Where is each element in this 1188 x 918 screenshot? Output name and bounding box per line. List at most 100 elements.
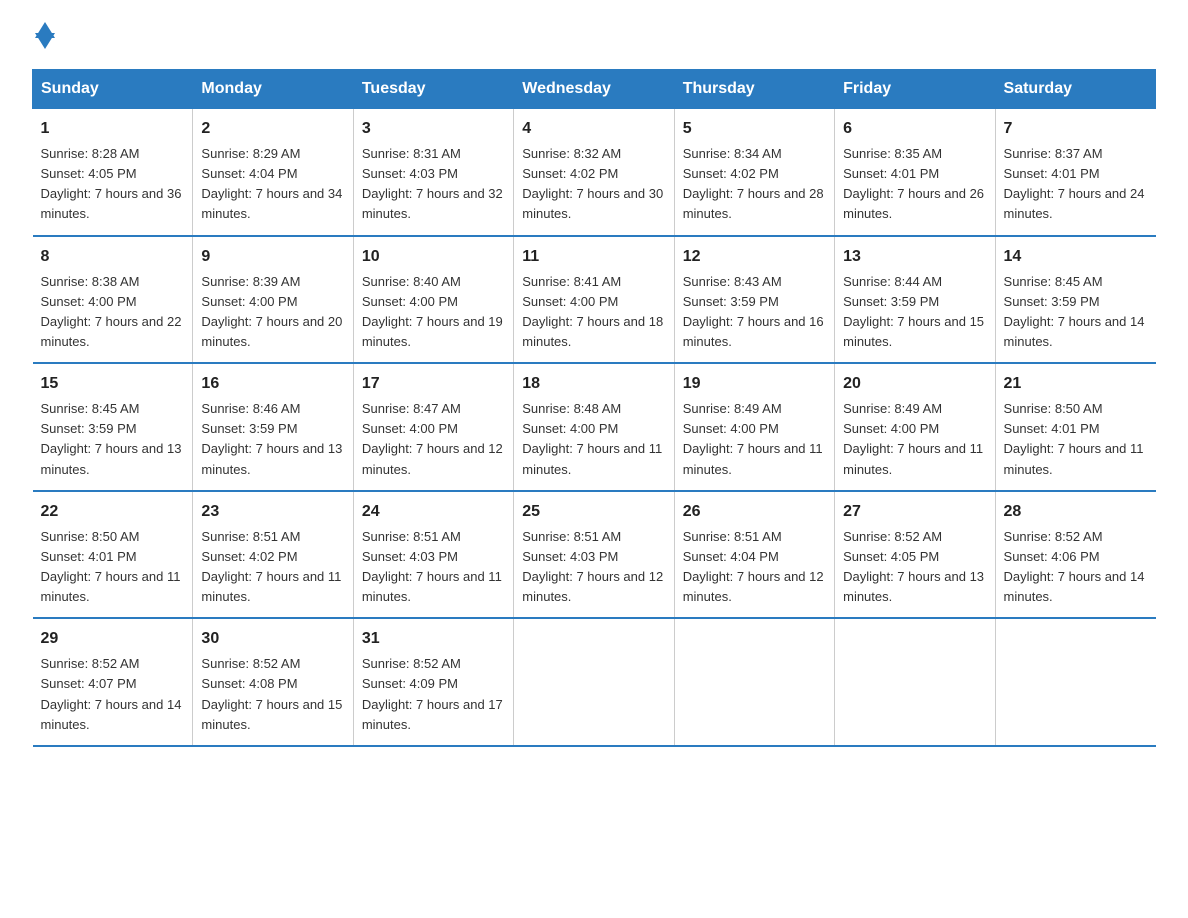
day-info: Sunrise: 8:47 AMSunset: 4:00 PMDaylight:… [362,401,503,476]
day-number: 8 [41,245,185,269]
day-info: Sunrise: 8:41 AMSunset: 4:00 PMDaylight:… [522,274,663,349]
calendar-table: SundayMondayTuesdayWednesdayThursdayFrid… [32,69,1156,747]
calendar-day-cell: 4Sunrise: 8:32 AMSunset: 4:02 PMDaylight… [514,109,674,236]
weekday-header-wednesday: Wednesday [514,70,674,109]
day-info: Sunrise: 8:44 AMSunset: 3:59 PMDaylight:… [843,274,984,349]
calendar-day-cell: 30Sunrise: 8:52 AMSunset: 4:08 PMDayligh… [193,618,353,746]
calendar-day-cell: 11 Sunrise: 8:41 AMSunset: 4:00 PMDayligh… [514,236,674,364]
calendar-day-cell: 23 Sunrise: 8:51 AMSunset: 4:02 PMDayligh… [193,491,353,619]
day-number: 29 [41,627,185,651]
weekday-header-tuesday: Tuesday [353,70,513,109]
day-info: Sunrise: 8:38 AMSunset: 4:00 PMDaylight:… [41,274,182,349]
calendar-day-cell [514,618,674,746]
day-number: 9 [201,245,344,269]
day-number: 15 [41,372,185,396]
calendar-week-row: 8 Sunrise: 8:38 AMSunset: 4:00 PMDaylight… [33,236,1156,364]
day-number: 31 [362,627,505,651]
day-info: Sunrise: 8:51 AMSunset: 4:02 PMDaylight:… [201,529,341,604]
calendar-day-cell: 6 Sunrise: 8:35 AMSunset: 4:01 PMDaylight… [835,109,995,236]
day-info: Sunrise: 8:39 AMSunset: 4:00 PMDaylight:… [201,274,342,349]
day-info: Sunrise: 8:49 AMSunset: 4:00 PMDaylight:… [843,401,983,476]
day-number: 3 [362,117,505,141]
calendar-day-cell [995,618,1155,746]
day-number: 25 [522,500,665,524]
day-number: 12 [683,245,826,269]
day-number: 6 [843,117,986,141]
calendar-day-cell: 15 Sunrise: 8:45 AMSunset: 3:59 PMDayligh… [33,363,193,491]
calendar-day-cell: 17 Sunrise: 8:47 AMSunset: 4:00 PMDayligh… [353,363,513,491]
calendar-day-cell: 19 Sunrise: 8:49 AMSunset: 4:00 PMDayligh… [674,363,834,491]
logo [32,24,55,49]
day-info: Sunrise: 8:51 AMSunset: 4:04 PMDaylight:… [683,529,824,604]
day-info: Sunrise: 8:29 AMSunset: 4:04 PMDaylight:… [201,146,342,221]
day-number: 14 [1004,245,1148,269]
calendar-day-cell: 3 Sunrise: 8:31 AMSunset: 4:03 PMDaylight… [353,109,513,236]
day-info: Sunrise: 8:50 AMSunset: 4:01 PMDaylight:… [41,529,181,604]
day-number: 23 [201,500,344,524]
day-number: 20 [843,372,986,396]
day-number: 19 [683,372,826,396]
calendar-week-row: 22Sunrise: 8:50 AMSunset: 4:01 PMDayligh… [33,491,1156,619]
calendar-day-cell: 8 Sunrise: 8:38 AMSunset: 4:00 PMDaylight… [33,236,193,364]
day-info: Sunrise: 8:43 AMSunset: 3:59 PMDaylight:… [683,274,824,349]
calendar-day-cell: 22Sunrise: 8:50 AMSunset: 4:01 PMDayligh… [33,491,193,619]
day-info: Sunrise: 8:45 AMSunset: 3:59 PMDaylight:… [41,401,182,476]
day-info: Sunrise: 8:28 AMSunset: 4:05 PMDaylight:… [41,146,182,221]
weekday-header-monday: Monday [193,70,353,109]
day-number: 24 [362,500,505,524]
calendar-day-cell: 13Sunrise: 8:44 AMSunset: 3:59 PMDayligh… [835,236,995,364]
day-number: 11 [522,245,665,269]
day-number: 2 [201,117,344,141]
day-number: 10 [362,245,505,269]
day-number: 7 [1004,117,1148,141]
calendar-day-cell: 5 Sunrise: 8:34 AMSunset: 4:02 PMDaylight… [674,109,834,236]
day-info: Sunrise: 8:52 AMSunset: 4:09 PMDaylight:… [362,656,503,731]
calendar-day-cell: 14 Sunrise: 8:45 AMSunset: 3:59 PMDayligh… [995,236,1155,364]
day-number: 5 [683,117,826,141]
calendar-day-cell: 28 Sunrise: 8:52 AMSunset: 4:06 PMDayligh… [995,491,1155,619]
calendar-day-cell: 10 Sunrise: 8:40 AMSunset: 4:00 PMDayligh… [353,236,513,364]
day-number: 1 [41,117,185,141]
calendar-day-cell: 25 Sunrise: 8:51 AMSunset: 4:03 PMDayligh… [514,491,674,619]
day-info: Sunrise: 8:52 AMSunset: 4:06 PMDaylight:… [1004,529,1145,604]
day-info: Sunrise: 8:51 AMSunset: 4:03 PMDaylight:… [522,529,663,604]
calendar-day-cell: 9 Sunrise: 8:39 AMSunset: 4:00 PMDaylight… [193,236,353,364]
day-info: Sunrise: 8:37 AMSunset: 4:01 PMDaylight:… [1004,146,1145,221]
day-info: Sunrise: 8:31 AMSunset: 4:03 PMDaylight:… [362,146,503,221]
calendar-week-row: 1 Sunrise: 8:28 AMSunset: 4:05 PMDaylight… [33,109,1156,236]
day-number: 28 [1004,500,1148,524]
day-info: Sunrise: 8:40 AMSunset: 4:00 PMDaylight:… [362,274,503,349]
day-info: Sunrise: 8:45 AMSunset: 3:59 PMDaylight:… [1004,274,1145,349]
calendar-day-cell: 18 Sunrise: 8:48 AMSunset: 4:00 PMDayligh… [514,363,674,491]
calendar-day-cell [835,618,995,746]
calendar-day-cell [674,618,834,746]
day-info: Sunrise: 8:32 AMSunset: 4:02 PMDaylight:… [522,146,663,221]
page-header [32,24,1156,49]
calendar-day-cell: 27Sunrise: 8:52 AMSunset: 4:05 PMDayligh… [835,491,995,619]
calendar-day-cell: 16 Sunrise: 8:46 AMSunset: 3:59 PMDayligh… [193,363,353,491]
weekday-header-thursday: Thursday [674,70,834,109]
day-info: Sunrise: 8:46 AMSunset: 3:59 PMDaylight:… [201,401,342,476]
calendar-day-cell: 21Sunrise: 8:50 AMSunset: 4:01 PMDayligh… [995,363,1155,491]
day-number: 17 [362,372,505,396]
weekday-header-friday: Friday [835,70,995,109]
day-info: Sunrise: 8:52 AMSunset: 4:07 PMDaylight:… [41,656,182,731]
calendar-day-cell: 1 Sunrise: 8:28 AMSunset: 4:05 PMDaylight… [33,109,193,236]
day-info: Sunrise: 8:35 AMSunset: 4:01 PMDaylight:… [843,146,984,221]
day-info: Sunrise: 8:34 AMSunset: 4:02 PMDaylight:… [683,146,824,221]
day-info: Sunrise: 8:50 AMSunset: 4:01 PMDaylight:… [1004,401,1144,476]
day-number: 26 [683,500,826,524]
calendar-day-cell: 26 Sunrise: 8:51 AMSunset: 4:04 PMDayligh… [674,491,834,619]
day-info: Sunrise: 8:48 AMSunset: 4:00 PMDaylight:… [522,401,662,476]
calendar-week-row: 29 Sunrise: 8:52 AMSunset: 4:07 PMDayligh… [33,618,1156,746]
calendar-day-cell: 24Sunrise: 8:51 AMSunset: 4:03 PMDayligh… [353,491,513,619]
day-info: Sunrise: 8:49 AMSunset: 4:00 PMDaylight:… [683,401,823,476]
day-number: 27 [843,500,986,524]
calendar-day-cell: 2 Sunrise: 8:29 AMSunset: 4:04 PMDaylight… [193,109,353,236]
weekday-header-sunday: Sunday [33,70,193,109]
calendar-header-row: SundayMondayTuesdayWednesdayThursdayFrid… [33,70,1156,109]
calendar-day-cell: 7 Sunrise: 8:37 AMSunset: 4:01 PMDaylight… [995,109,1155,236]
day-number: 16 [201,372,344,396]
logo-icon [35,22,55,49]
day-number: 18 [522,372,665,396]
